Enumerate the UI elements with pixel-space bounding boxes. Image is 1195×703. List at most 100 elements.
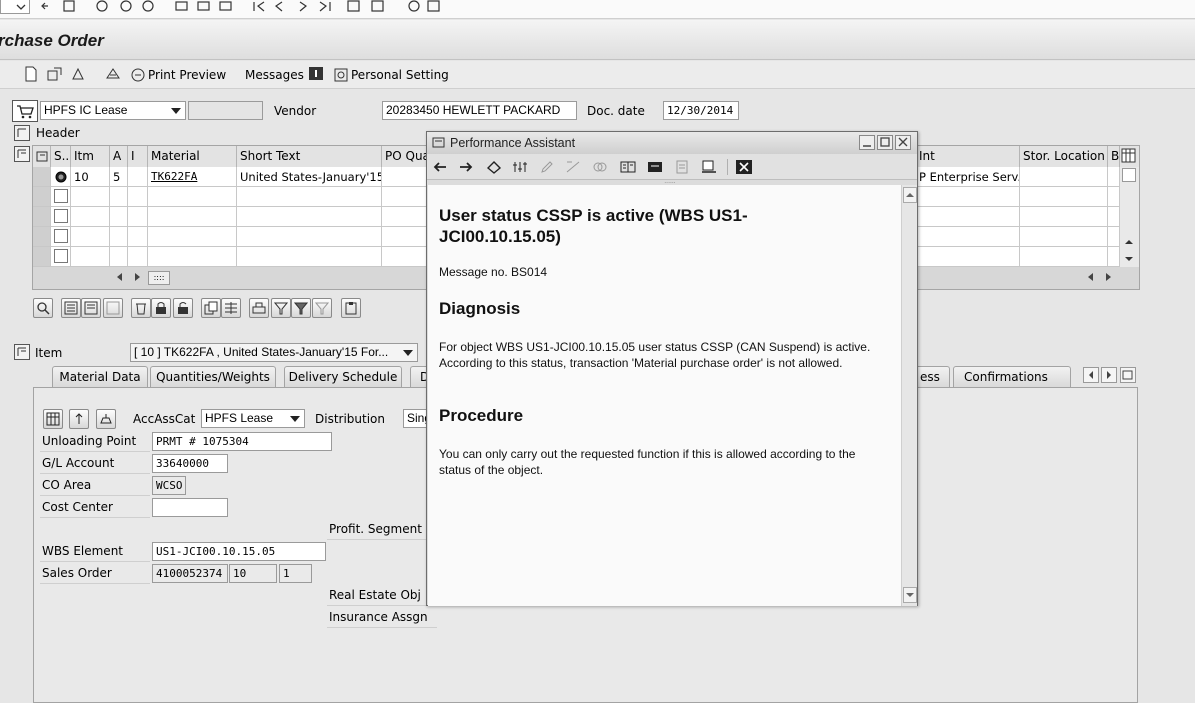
col-b[interactable]: B	[1108, 146, 1120, 167]
select-all-icon[interactable]	[61, 298, 81, 318]
pa-edit-icon[interactable]	[536, 157, 558, 177]
cell-stor-location[interactable]	[1020, 167, 1108, 187]
empty-row[interactable]	[148, 227, 237, 247]
set-filter-icon[interactable]	[291, 298, 311, 318]
row-status-cell[interactable]	[51, 187, 71, 207]
empty-row[interactable]	[1020, 247, 1108, 267]
empty-row[interactable]	[128, 247, 148, 267]
col-i[interactable]: I	[128, 146, 148, 167]
col-stor-location[interactable]: Stor. Location	[1020, 146, 1108, 167]
co-area-field[interactable]: WCSO	[152, 476, 186, 495]
empty-row[interactable]	[916, 207, 1020, 227]
pa-exit-icon[interactable]	[733, 157, 755, 177]
pa-technical-info-icon[interactable]	[483, 157, 505, 177]
empty-row[interactable]	[148, 187, 237, 207]
pa-maximize-button[interactable]	[877, 135, 893, 150]
grid-vertical-scrollbar[interactable]	[1120, 167, 1139, 267]
empty-row[interactable]	[71, 247, 110, 267]
cell-short-text[interactable]: United States-January'15...	[237, 167, 382, 187]
empty-row[interactable]	[128, 227, 148, 247]
empty-row[interactable]	[71, 187, 110, 207]
row-selector[interactable]	[33, 227, 51, 247]
empty-row[interactable]	[1020, 207, 1108, 227]
select-block-icon[interactable]	[81, 298, 101, 318]
pa-print-icon[interactable]	[698, 157, 720, 177]
info-icon[interactable]	[308, 66, 324, 82]
check-icon[interactable]	[104, 66, 122, 82]
vendor-field[interactable]: 20283450 HEWLETT PACKARD	[382, 101, 577, 120]
grid-scroll-right-icon[interactable]	[132, 272, 142, 282]
deselect-icon[interactable]	[103, 298, 123, 318]
column-config-icon[interactable]	[1120, 146, 1139, 167]
copy-icon[interactable]	[201, 298, 221, 318]
pa-vertical-scrollbar[interactable]	[901, 185, 917, 606]
tab-scroll-left-icon[interactable]	[1083, 367, 1099, 383]
col-material[interactable]: Material	[148, 146, 237, 167]
col-a[interactable]: A	[110, 146, 128, 167]
grid-scroll-left-right-icon[interactable]	[1086, 272, 1116, 282]
cell-b[interactable]	[1108, 167, 1120, 187]
pa-forward-icon[interactable]	[455, 157, 477, 177]
pa-link-icon[interactable]	[589, 157, 611, 177]
empty-row[interactable]	[71, 207, 110, 227]
pa-book-icon[interactable]	[617, 157, 639, 177]
delete-icon[interactable]	[131, 298, 151, 318]
create-icon[interactable]	[24, 66, 38, 82]
grid-horizontal-scroll-thumb[interactable]: ::::	[148, 271, 170, 285]
empty-row[interactable]	[382, 187, 428, 207]
empty-row[interactable]	[382, 207, 428, 227]
pa-doc-icon[interactable]	[671, 157, 693, 177]
doc-date-field[interactable]: 12/30/2014	[663, 101, 739, 120]
sales-order-schedule-field[interactable]: 1	[279, 564, 312, 583]
empty-row[interactable]	[148, 207, 237, 227]
accasscat-select[interactable]: HPFS Lease	[201, 409, 305, 428]
pa-annotate-icon[interactable]	[562, 157, 584, 177]
empty-row[interactable]	[1020, 187, 1108, 207]
split-icon[interactable]	[221, 298, 241, 318]
sales-order-item-field[interactable]: 10	[229, 564, 277, 583]
col-short-text[interactable]: Short Text	[237, 146, 382, 167]
unloading-point-field[interactable]: PRMT # 1075304	[152, 432, 332, 451]
grid-settings-icon[interactable]	[33, 146, 51, 167]
tab-list-icon[interactable]	[1120, 367, 1136, 383]
row-selector[interactable]	[33, 167, 51, 187]
item-toggle-icon[interactable]	[14, 344, 30, 360]
tab-confirmations[interactable]: Confirmations	[953, 366, 1071, 387]
acc-single-icon[interactable]	[69, 409, 89, 429]
empty-row[interactable]	[71, 227, 110, 247]
acc-grid-icon[interactable]	[43, 409, 63, 429]
pa-splitter[interactable]: ......	[659, 179, 681, 185]
grid-scroll-left-icon[interactable]	[115, 272, 125, 282]
row-status-icon[interactable]	[51, 167, 71, 187]
empty-row[interactable]	[128, 207, 148, 227]
cell-i[interactable]	[128, 167, 148, 187]
cell-material[interactable]: TK622FA	[148, 167, 237, 187]
po-number-field[interactable]	[188, 101, 263, 120]
empty-row[interactable]	[382, 247, 428, 267]
row-selector[interactable]	[33, 207, 51, 227]
header-toggle-icon[interactable]	[14, 125, 30, 141]
cost-center-field[interactable]	[152, 498, 228, 517]
print-preview-button[interactable]: Print Preview	[130, 66, 226, 84]
col-status[interactable]: S..	[51, 146, 71, 167]
cart-icon[interactable]	[12, 100, 38, 122]
empty-row[interactable]	[916, 227, 1020, 247]
empty-row[interactable]	[128, 187, 148, 207]
details-icon[interactable]	[33, 298, 53, 318]
command-field-dropdown[interactable]	[0, 0, 30, 14]
empty-row[interactable]	[1108, 187, 1120, 207]
tab-delivery-schedule[interactable]: Delivery Schedule	[284, 366, 402, 387]
empty-row[interactable]	[110, 207, 128, 227]
display-change-icon[interactable]	[70, 66, 88, 82]
pa-scroll-up-button[interactable]	[903, 187, 917, 203]
clipboard-icon[interactable]	[341, 298, 361, 318]
row-selector[interactable]	[33, 247, 51, 267]
empty-row[interactable]	[916, 247, 1020, 267]
delete-filter-icon[interactable]	[312, 298, 332, 318]
pa-back-icon[interactable]	[429, 157, 451, 177]
row-selector[interactable]	[33, 187, 51, 207]
sales-order-field[interactable]: 4100052374	[152, 564, 228, 583]
cell-plant[interactable]: P Enterprise Serv...	[916, 167, 1020, 187]
gl-account-field[interactable]: 33640000	[152, 454, 228, 473]
other-po-icon[interactable]	[46, 66, 64, 82]
